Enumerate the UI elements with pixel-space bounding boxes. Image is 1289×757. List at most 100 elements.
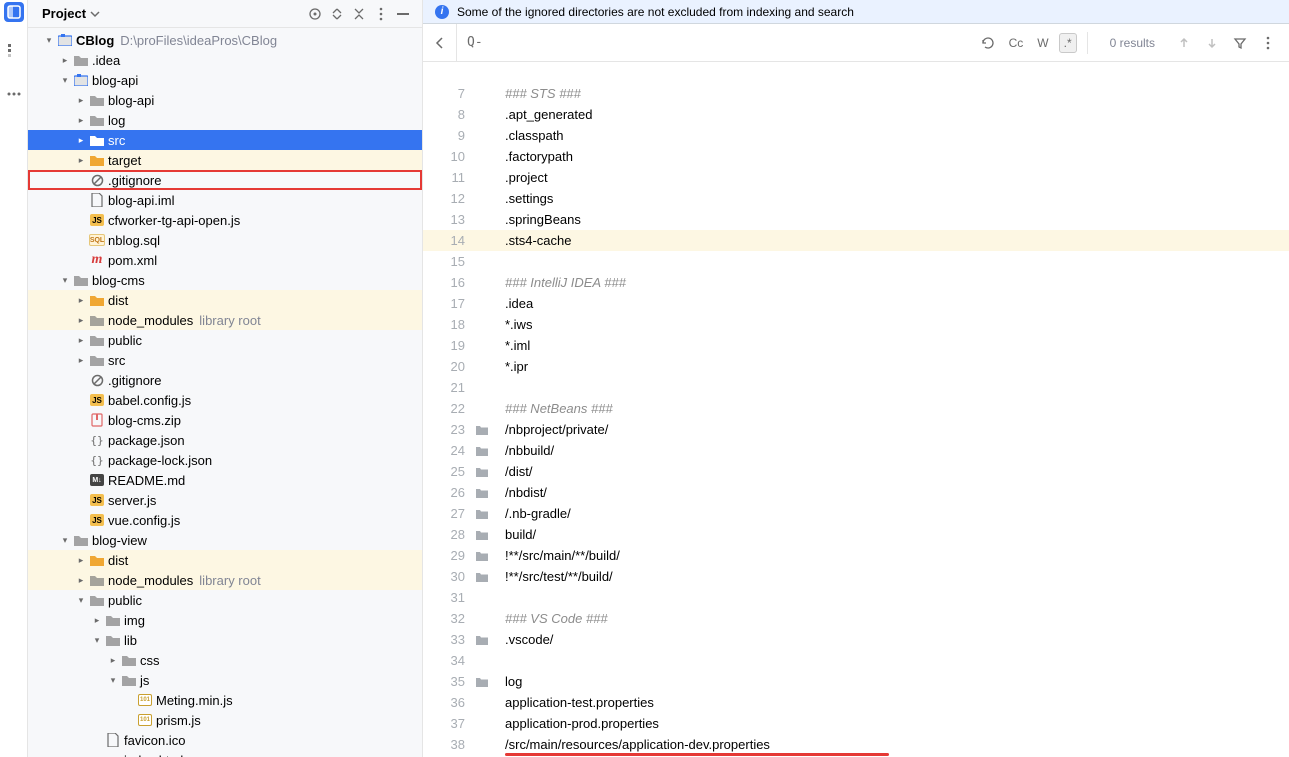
editor-line[interactable]: 34 — [423, 650, 1289, 671]
tree-arrow-icon[interactable]: ▸ — [74, 355, 88, 366]
tree-item[interactable]: ▸node_moduleslibrary root — [28, 570, 422, 590]
tree-item[interactable]: {}package-lock.json — [28, 450, 422, 470]
tree-arrow-icon[interactable]: ▸ — [74, 315, 88, 326]
tree-arrow-icon[interactable]: ▸ — [74, 155, 88, 166]
tree-item[interactable]: JSbabel.config.js — [28, 390, 422, 410]
tree-item[interactable]: .gitignore — [28, 170, 422, 190]
tree-arrow-icon[interactable]: ▸ — [74, 135, 88, 146]
tree-item[interactable]: mpom.xml — [28, 250, 422, 270]
editor-line[interactable]: 7### STS ### — [423, 83, 1289, 104]
tree-item[interactable]: M↓README.md — [28, 470, 422, 490]
tree-item[interactable]: ▸dist — [28, 550, 422, 570]
tree-arrow-icon[interactable]: ▸ — [58, 55, 72, 66]
tree-item[interactable]: JSvue.config.js — [28, 510, 422, 530]
tree-item[interactable]: ▸img — [28, 610, 422, 630]
tree-arrow-icon[interactable]: ▾ — [58, 535, 72, 546]
tree-arrow-icon[interactable]: ▸ — [74, 115, 88, 126]
project-tool-icon[interactable] — [4, 2, 24, 22]
tree-arrow-icon[interactable]: ▸ — [74, 555, 88, 566]
tree-arrow-icon[interactable]: ▾ — [58, 275, 72, 286]
tree-item[interactable]: ▸src — [28, 350, 422, 370]
tree-arrow-icon[interactable]: ▾ — [106, 675, 120, 686]
editor-line[interactable]: 12.settings — [423, 188, 1289, 209]
hide-icon[interactable] — [392, 3, 414, 25]
tree-item[interactable]: ▾lib — [28, 630, 422, 650]
editor[interactable]: 7### STS ###8.apt_generated9.classpath10… — [423, 62, 1289, 757]
editor-line[interactable]: 8.apt_generated — [423, 104, 1289, 125]
editor-line[interactable]: 35log — [423, 671, 1289, 692]
editor-line[interactable]: 17.idea — [423, 293, 1289, 314]
editor-line[interactable]: 22### NetBeans ### — [423, 398, 1289, 419]
case-toggle[interactable]: Cc — [1005, 34, 1028, 52]
more-icon[interactable] — [370, 3, 392, 25]
tree-item[interactable]: ▸src — [28, 130, 422, 150]
tree-arrow-icon[interactable]: ▸ — [74, 95, 88, 106]
editor-line[interactable]: 24/nbbuild/ — [423, 440, 1289, 461]
editor-line[interactable]: 19*.iml — [423, 335, 1289, 356]
editor-line[interactable]: 21 — [423, 377, 1289, 398]
collapse-all-icon[interactable] — [348, 3, 370, 25]
tree-item[interactable]: favicon.ico — [28, 730, 422, 750]
tree-item[interactable]: ▸css — [28, 650, 422, 670]
tree-item[interactable]: ▸blog-api — [28, 90, 422, 110]
tree-item[interactable]: JScfworker-tg-api-open.js — [28, 210, 422, 230]
next-match-icon[interactable] — [1201, 32, 1223, 54]
tree-item[interactable]: ▾public — [28, 590, 422, 610]
prev-match-icon[interactable] — [1173, 32, 1195, 54]
editor-line[interactable]: 38/src/main/resources/application-dev.pr… — [423, 734, 1289, 755]
editor-line[interactable]: 28build/ — [423, 524, 1289, 545]
editor-line[interactable]: 16### IntelliJ IDEA ### — [423, 272, 1289, 293]
tree-arrow-icon[interactable]: ▸ — [90, 615, 104, 626]
tree-item[interactable]: ▾blog-api — [28, 70, 422, 90]
word-toggle[interactable]: W — [1033, 34, 1052, 52]
project-tree[interactable]: ▾CBlogD:\proFiles\ideaPros\CBlog▸.idea▾b… — [28, 28, 422, 757]
filter-icon[interactable] — [1229, 32, 1251, 54]
tree-item[interactable]: ▾CBlogD:\proFiles\ideaPros\CBlog — [28, 30, 422, 50]
tree-arrow-icon[interactable]: ▸ — [74, 295, 88, 306]
expand-all-icon[interactable] — [326, 3, 348, 25]
tree-arrow-icon[interactable]: ▸ — [106, 655, 120, 666]
editor-line[interactable]: 20*.ipr — [423, 356, 1289, 377]
history-icon[interactable] — [977, 32, 999, 54]
editor-line[interactable]: 26/nbdist/ — [423, 482, 1289, 503]
tree-item[interactable]: ▾blog-cms — [28, 270, 422, 290]
more-search-icon[interactable] — [1257, 32, 1279, 54]
tree-item[interactable]: ▸node_moduleslibrary root — [28, 310, 422, 330]
tree-item[interactable]: blog-cms.zip — [28, 410, 422, 430]
tree-item[interactable]: JSserver.js — [28, 490, 422, 510]
editor-line[interactable]: 11.project — [423, 167, 1289, 188]
editor-line[interactable]: 31 — [423, 587, 1289, 608]
editor-line[interactable]: 14.sts4-cache — [423, 230, 1289, 251]
tree-arrow-icon[interactable]: ▾ — [58, 75, 72, 86]
editor-line[interactable]: 32### VS Code ### — [423, 608, 1289, 629]
chevron-down-icon[interactable] — [90, 9, 100, 19]
editor-line[interactable]: 23/nbproject/private/ — [423, 419, 1289, 440]
editor-line[interactable]: 36application-test.properties — [423, 692, 1289, 713]
tree-item[interactable]: blog-api.iml — [28, 190, 422, 210]
tree-item[interactable]: ▾js — [28, 670, 422, 690]
tree-item[interactable]: ▸log — [28, 110, 422, 130]
tree-item[interactable]: 101Meting.min.js — [28, 690, 422, 710]
tree-item[interactable]: .gitignore — [28, 370, 422, 390]
tree-arrow-icon[interactable]: ▸ — [74, 335, 88, 346]
editor-line[interactable]: 9.classpath — [423, 125, 1289, 146]
editor-line[interactable]: 25/dist/ — [423, 461, 1289, 482]
tree-item[interactable]: ▸public — [28, 330, 422, 350]
editor-line[interactable] — [423, 62, 1289, 83]
tree-arrow-icon[interactable]: ▾ — [74, 595, 88, 606]
tree-item[interactable]: ▸target — [28, 150, 422, 170]
editor-line[interactable]: 10.factorypath — [423, 146, 1289, 167]
tree-item[interactable]: ▾blog-view — [28, 530, 422, 550]
tree-item[interactable]: SQLnblog.sql — [28, 230, 422, 250]
tree-item[interactable]: 101prism.js — [28, 710, 422, 730]
editor-line[interactable]: 29!**/src/main/**/build/ — [423, 545, 1289, 566]
editor-line[interactable]: 27/.nb-gradle/ — [423, 503, 1289, 524]
tree-arrow-icon[interactable]: ▾ — [90, 635, 104, 646]
tree-item[interactable]: {}package.json — [28, 430, 422, 450]
editor-line[interactable]: 15 — [423, 251, 1289, 272]
editor-line[interactable]: 33.vscode/ — [423, 629, 1289, 650]
regex-toggle[interactable]: .* — [1059, 33, 1077, 53]
editor-line[interactable]: 18*.iws — [423, 314, 1289, 335]
tree-item[interactable]: ▸dist — [28, 290, 422, 310]
tree-item[interactable]: ▸.idea — [28, 50, 422, 70]
